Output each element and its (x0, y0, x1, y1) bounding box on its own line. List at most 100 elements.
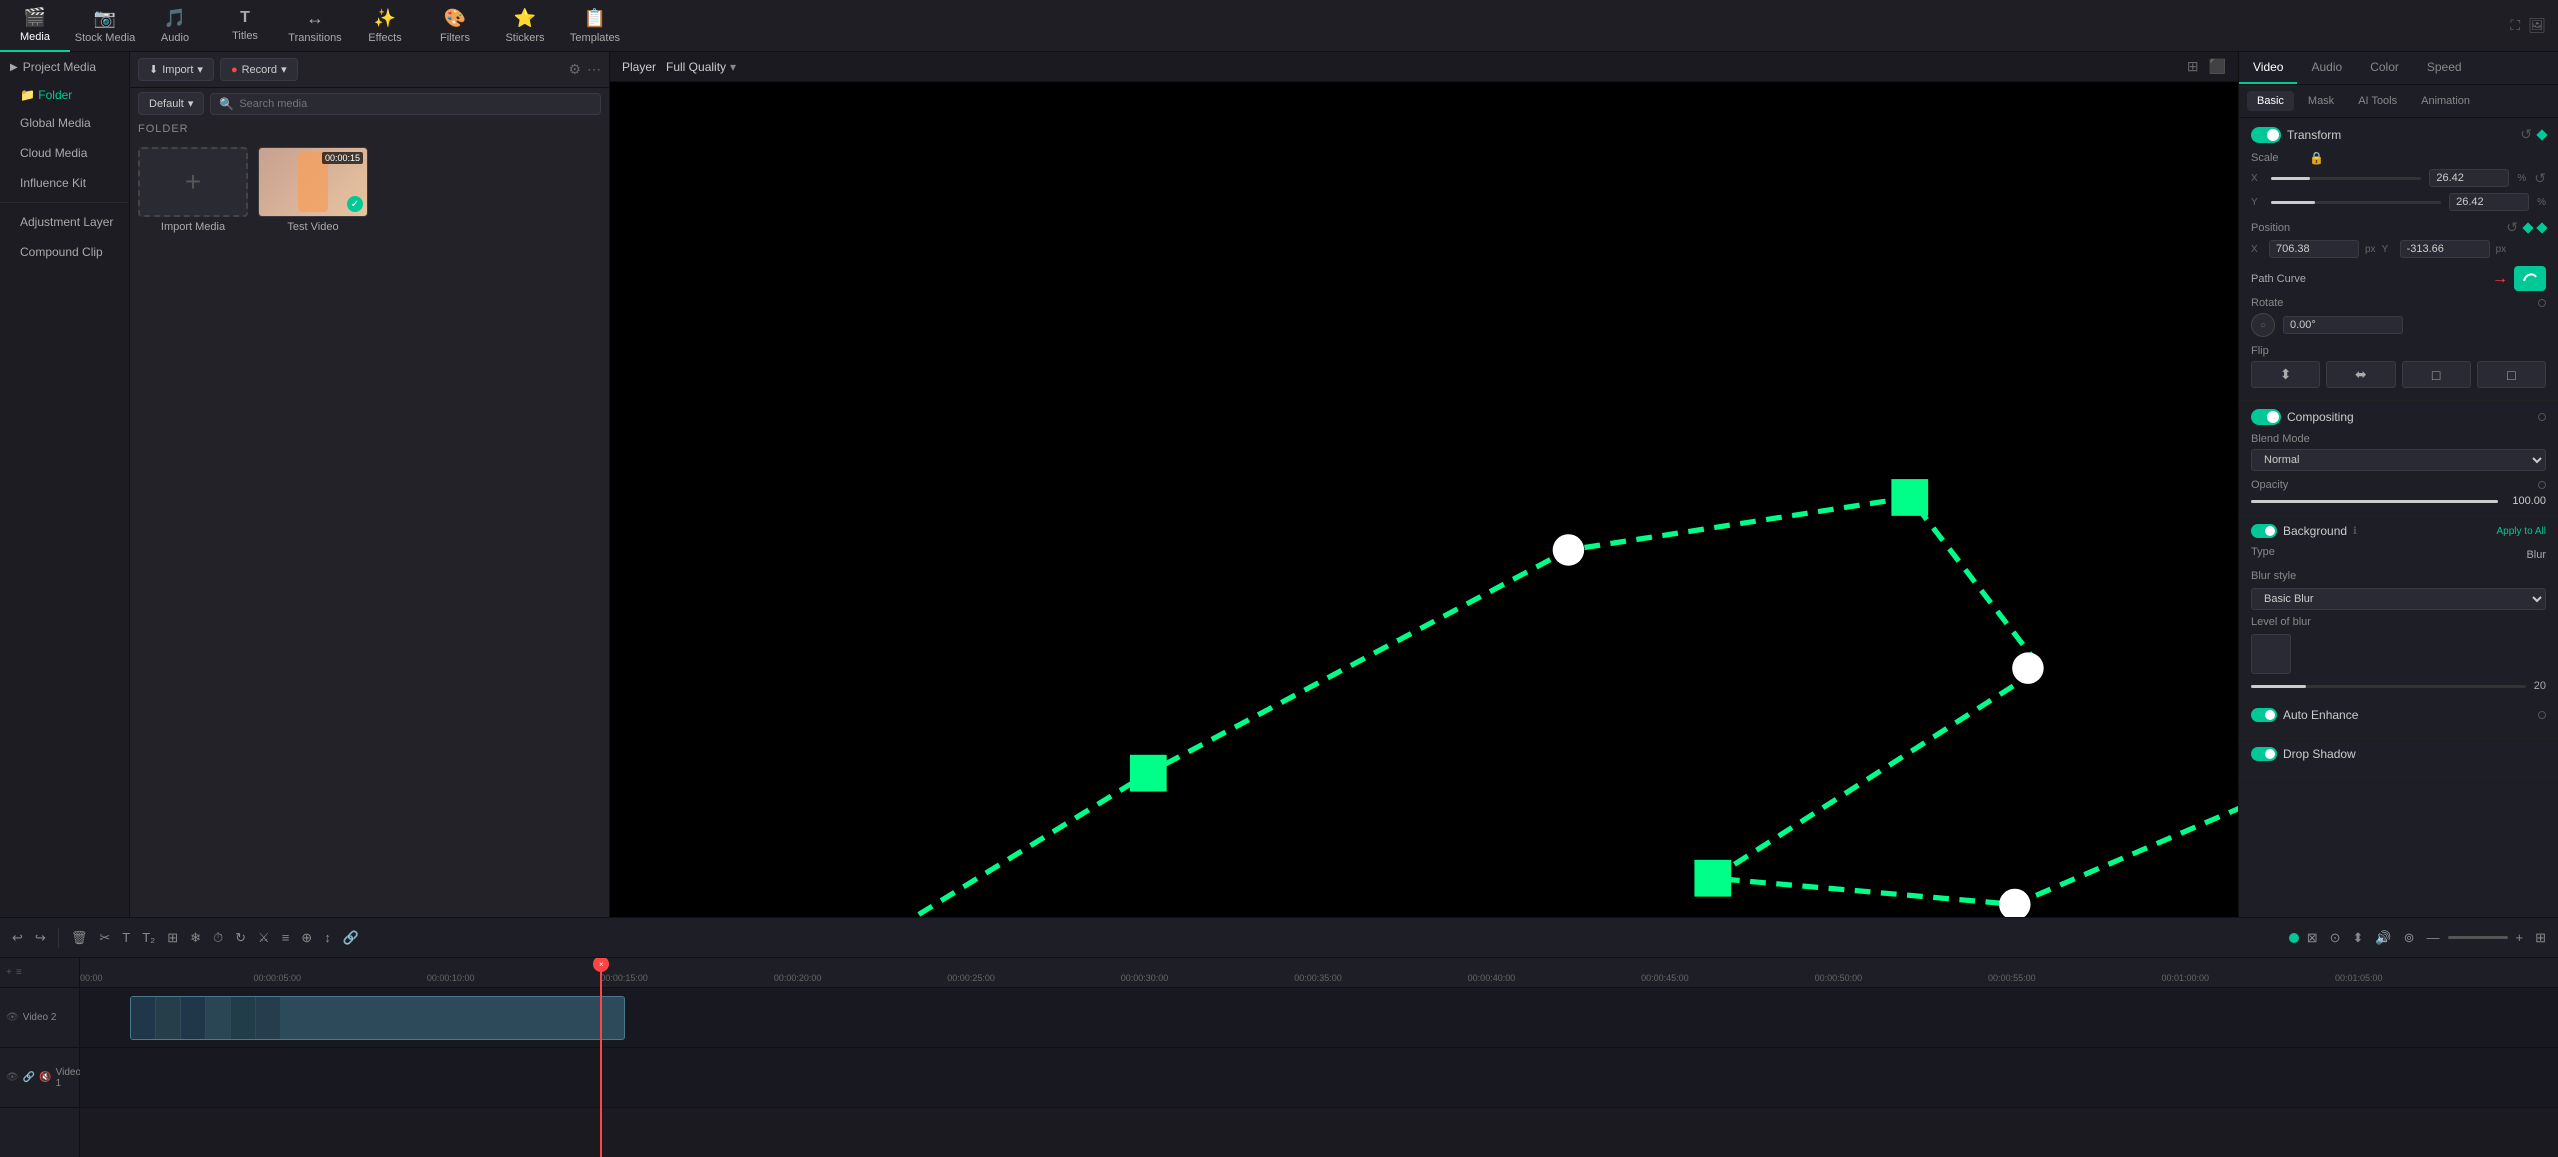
transform-reset-icon[interactable]: ↺ (2520, 126, 2532, 143)
scale-x-input[interactable] (2429, 169, 2509, 187)
transform-keyframe-icon[interactable] (2536, 129, 2547, 140)
tab-video[interactable]: Video (2239, 52, 2297, 84)
track1-mute-icon[interactable]: 🔇 (39, 1072, 51, 1083)
scale-lock-icon[interactable]: 🔒 (2309, 151, 2324, 165)
nav-titles[interactable]: T Titles (210, 0, 280, 52)
tl-freeze[interactable]: ❄ (186, 927, 205, 949)
tl-redo[interactable]: ↪ (31, 927, 50, 949)
tab-color[interactable]: Color (2356, 52, 2413, 84)
settings-icon[interactable]: 🖼 (2528, 17, 2546, 34)
nav-transitions[interactable]: ↔ Transitions (280, 0, 350, 52)
record-button[interactable]: ● Record ▾ (220, 58, 298, 81)
opacity-keyframe-icon[interactable] (2538, 481, 2546, 489)
tl-zoom-slider[interactable] (2448, 936, 2508, 939)
preview-grid-icon[interactable]: ⊞ (2187, 58, 2199, 75)
filter-icon[interactable]: ⚙ (568, 61, 581, 78)
rotate-input[interactable] (2283, 316, 2403, 334)
background-toggle[interactable] (2251, 524, 2277, 538)
tl-split2[interactable]: ⬍ (2349, 927, 2368, 949)
path-curve-toggle[interactable] (2514, 266, 2546, 291)
import-media-item[interactable]: + Import Media (138, 147, 248, 233)
left-panel-global-media[interactable]: Global Media (0, 108, 129, 138)
flip-vertical-button[interactable]: ⬍ (2251, 361, 2320, 388)
tl-audio[interactable]: 🔊 (2371, 927, 2395, 949)
tl-text[interactable]: T (118, 927, 134, 948)
import-button[interactable]: ⬇ Import ▾ (138, 58, 214, 81)
tl-undo[interactable]: ↩ (8, 927, 27, 949)
nav-stock-media[interactable]: 📷 Stock Media (70, 0, 140, 52)
scale-x-reset[interactable]: ↺ (2534, 170, 2546, 187)
timeline-list-icon[interactable]: ≡ (16, 967, 22, 978)
compositing-toggle[interactable] (2251, 409, 2281, 425)
drop-shadow-toggle[interactable] (2251, 747, 2277, 761)
tab-speed[interactable]: Speed (2413, 52, 2476, 84)
blend-mode-select[interactable]: Normal Multiply Screen (2251, 449, 2546, 471)
scale-x-slider[interactable] (2271, 177, 2421, 180)
auto-enhance-toggle[interactable] (2251, 708, 2277, 722)
sub-tab-animation[interactable]: Animation (2411, 91, 2480, 111)
nav-effects[interactable]: ✨ Effects (350, 0, 420, 52)
tl-crop[interactable]: ⊞ (163, 927, 182, 949)
left-panel-adjustment-layer[interactable]: Adjustment Layer (0, 207, 129, 237)
opacity-slider[interactable] (2251, 500, 2498, 503)
search-input[interactable] (239, 98, 592, 110)
tl-more3[interactable]: ↕ (320, 927, 335, 948)
left-panel-folder[interactable]: 📁 Folder (0, 82, 129, 108)
test-video-item[interactable]: 00:00:15 ✓ Test Video (258, 147, 368, 233)
rotate-keyframe-icon[interactable] (2538, 299, 2546, 307)
tl-speed[interactable]: ⏱ (209, 927, 227, 949)
track1-eye-icon[interactable]: 👁 (6, 1072, 19, 1083)
media-search[interactable]: 🔍 (210, 93, 601, 115)
tl-rotate[interactable]: ↻ (231, 927, 250, 949)
blur-style-select[interactable]: Basic Blur (2251, 588, 2546, 610)
flip-btn4[interactable]: □ (2477, 361, 2546, 388)
sub-tab-mask[interactable]: Mask (2298, 91, 2344, 111)
nav-filters[interactable]: 🎨 Filters (420, 0, 490, 52)
tl-subtitle[interactable]: T₂ (138, 927, 159, 948)
auto-enhance-keyframe[interactable] (2538, 711, 2546, 719)
nav-templates[interactable]: 📋 Templates (560, 0, 630, 52)
scale-y-slider[interactable] (2271, 201, 2441, 204)
nav-stickers[interactable]: ⭐ Stickers (490, 0, 560, 52)
default-dropdown[interactable]: Default ▾ (138, 92, 204, 115)
transform-toggle[interactable] (2251, 127, 2281, 143)
tab-audio[interactable]: Audio (2297, 52, 2356, 84)
tl-zoom-in[interactable]: + (2512, 927, 2528, 948)
blur-slider[interactable] (2251, 685, 2526, 688)
tl-marker[interactable]: ⊚ (2400, 927, 2419, 949)
fullscreen-icon[interactable]: ⛶ (2510, 17, 2520, 34)
position-keyframe2-icon[interactable] (2536, 222, 2547, 233)
left-panel-cloud-media[interactable]: Cloud Media (0, 138, 129, 168)
position-y-input[interactable] (2400, 240, 2490, 258)
quality-dropdown-icon[interactable]: ▾ (730, 60, 736, 74)
track1-link-icon[interactable]: 🔗 (23, 1072, 35, 1083)
sub-tab-basic[interactable]: Basic (2247, 91, 2294, 111)
flip-horizontal-button[interactable]: ⬌ (2326, 361, 2395, 388)
tl-cut[interactable]: ✂ (95, 927, 114, 949)
track-eye-icon[interactable]: 👁 (6, 1012, 19, 1023)
tl-zoom-out[interactable]: — (2423, 927, 2444, 948)
more-options-icon[interactable]: ⋯ (587, 61, 601, 78)
left-panel-influence-kit[interactable]: Influence Kit (0, 168, 129, 198)
rotate-dial[interactable]: ○ (2251, 313, 2275, 337)
position-keyframe-icon[interactable] (2522, 222, 2533, 233)
tl-more1[interactable]: ≡ (278, 927, 294, 948)
position-reset-icon[interactable]: ↺ (2506, 219, 2518, 236)
tl-grid[interactable]: ⊞ (2531, 927, 2550, 949)
tl-more2[interactable]: ⊕ (297, 927, 316, 949)
scale-y-input[interactable] (2449, 193, 2529, 211)
tl-snap[interactable]: ⊠ (2303, 927, 2322, 949)
flip-btn3[interactable]: □ (2402, 361, 2471, 388)
tl-magnet[interactable]: ⊙ (2326, 927, 2345, 949)
timeline-add-icon[interactable]: + (6, 967, 12, 978)
position-x-input[interactable] (2269, 240, 2359, 258)
left-panel-compound-clip[interactable]: Compound Clip (0, 237, 129, 267)
tl-split[interactable]: ⚔ (254, 927, 274, 949)
nav-media[interactable]: 🎬 Media (0, 0, 70, 52)
video2-clip[interactable] (130, 996, 626, 1040)
apply-to-all-button[interactable]: Apply to All (2497, 526, 2546, 537)
compositing-keyframe-icon[interactable] (2538, 413, 2546, 421)
sub-tab-ai-tools[interactable]: AI Tools (2348, 91, 2407, 111)
tl-delete[interactable]: 🗑 (67, 927, 92, 949)
nav-audio[interactable]: 🎵 Audio (140, 0, 210, 52)
